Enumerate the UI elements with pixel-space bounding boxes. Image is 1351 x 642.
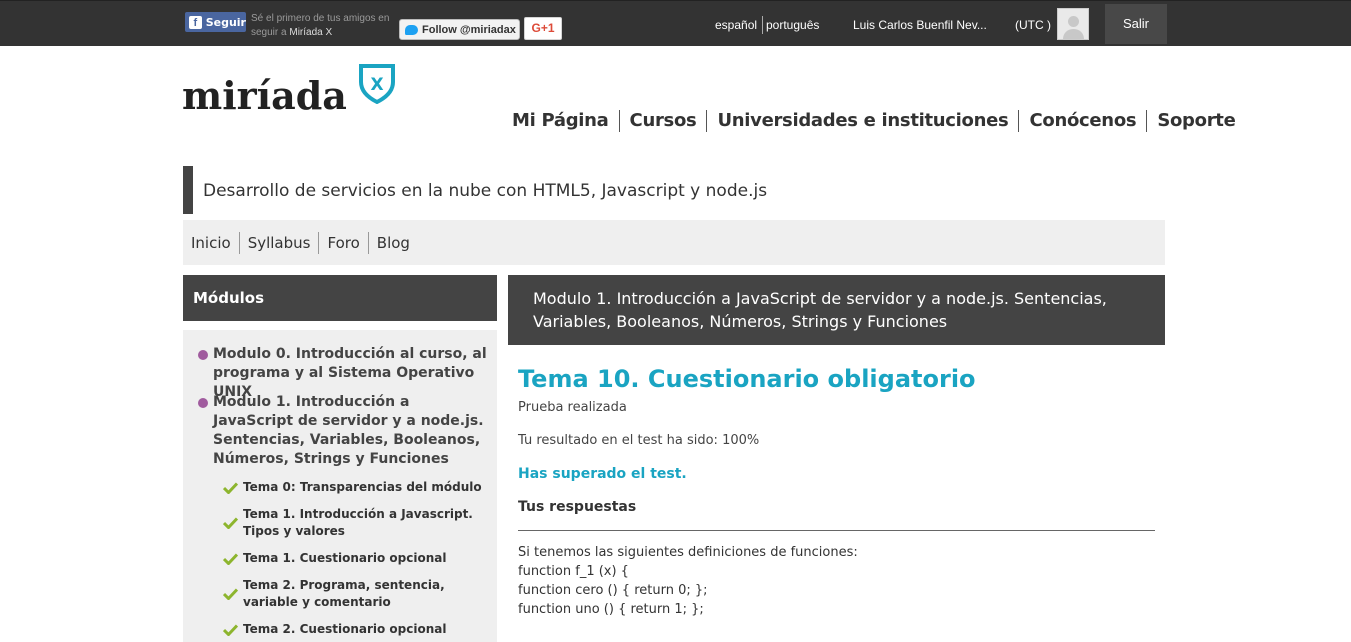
topic-label: Tema 2. Cuestionario opcional bbox=[243, 622, 447, 636]
facebook-social-note: Sé el primero de tus amigos en seguir a … bbox=[251, 12, 396, 40]
code-line: function f_1 (x) { bbox=[518, 564, 629, 579]
checkmark-icon bbox=[223, 482, 238, 494]
checkmark-icon bbox=[223, 517, 238, 529]
question-text: Si tenemos las siguientes definiciones d… bbox=[518, 543, 858, 619]
facebook-follow-button[interactable]: f Seguir bbox=[185, 12, 246, 32]
topic-item[interactable]: Tema 0: Transparencias del módulo bbox=[223, 479, 485, 496]
modules-sidebar: Modulo 0. Introducción al curso, al prog… bbox=[183, 330, 497, 642]
tab-inicio[interactable]: Inicio bbox=[183, 231, 239, 255]
tab-foro[interactable]: Foro bbox=[319, 231, 367, 255]
nav-conocenos[interactable]: Conócenos bbox=[1019, 109, 1146, 133]
module-label: Modulo 1. Introducción a JavaScript de s… bbox=[213, 394, 484, 467]
topic-label: Tema 1. Cuestionario opcional bbox=[243, 551, 447, 565]
topic-item[interactable]: Tema 1. Introducción a Javascript. Tipos… bbox=[223, 506, 485, 540]
google-plus-button[interactable]: G+1 bbox=[524, 17, 562, 40]
topic-item[interactable]: Tema 2. Programa, sentencia, variable y … bbox=[223, 577, 485, 611]
tab-syllabus[interactable]: Syllabus bbox=[240, 231, 319, 255]
bullet-icon bbox=[198, 350, 208, 360]
topic-item[interactable]: Tema 2. Cuestionario opcional bbox=[223, 621, 485, 638]
nav-cursos[interactable]: Cursos bbox=[620, 109, 707, 133]
nav-mi-pagina[interactable]: Mi Página bbox=[502, 109, 619, 133]
topic-label: Tema 0: Transparencias del módulo bbox=[243, 480, 482, 494]
modules-heading: Módulos bbox=[183, 275, 497, 321]
quiz-result: Tu resultado en el test ha sido: 100% bbox=[518, 433, 760, 448]
topic-label: Tema 1. Introducción a Javascript. Tipos… bbox=[243, 507, 473, 538]
bullet-icon bbox=[198, 398, 208, 408]
topic-label: Tema 2. Programa, sentencia, variable y … bbox=[243, 578, 445, 609]
nav-universidades[interactable]: Universidades e instituciones bbox=[707, 109, 1018, 133]
facebook-follow-label: Seguir bbox=[205, 15, 246, 29]
course-title: Desarrollo de servicios en la nube con H… bbox=[183, 166, 1165, 214]
avatar-head-shape bbox=[1068, 16, 1079, 27]
nav-soporte[interactable]: Soporte bbox=[1147, 109, 1245, 133]
logo-shield-icon: X bbox=[359, 64, 395, 104]
facebook-note-brand[interactable]: Miríada X bbox=[289, 27, 332, 38]
tab-blog[interactable]: Blog bbox=[369, 231, 418, 255]
facebook-icon: f bbox=[189, 15, 202, 29]
answers-heading: Tus respuestas bbox=[518, 499, 637, 515]
main-navigation: Mi Página Cursos Universidades e institu… bbox=[502, 108, 1245, 134]
quiz-pass-message: Has superado el test. bbox=[518, 466, 687, 482]
checkmark-icon bbox=[223, 624, 238, 636]
code-line: function cero () { return 0; }; bbox=[518, 583, 708, 598]
logout-button[interactable]: Salir bbox=[1105, 4, 1167, 44]
course-navigation: Inicio Syllabus Foro Blog bbox=[183, 220, 1165, 265]
language-portuguese-link[interactable]: português bbox=[766, 18, 819, 32]
twitter-follow-label: Follow @miriadax bbox=[422, 23, 516, 36]
logo-badge-letter: X bbox=[370, 75, 383, 95]
checkmark-icon bbox=[223, 553, 238, 565]
topic-item[interactable]: Tema 1. Cuestionario opcional bbox=[223, 550, 485, 567]
logo-wordmark: miríada bbox=[182, 73, 347, 118]
module-heading: Modulo 1. Introducción a JavaScript de s… bbox=[508, 275, 1165, 345]
topic-title: Tema 10. Cuestionario obligatorio bbox=[518, 365, 976, 393]
language-divider bbox=[762, 16, 763, 34]
question-line: Si tenemos las siguientes definiciones d… bbox=[518, 545, 858, 560]
avatar-body-shape bbox=[1063, 29, 1084, 39]
twitter-bird-icon bbox=[405, 24, 418, 35]
user-avatar[interactable] bbox=[1057, 8, 1089, 40]
twitter-follow-button[interactable]: Follow @miriadax bbox=[399, 19, 520, 40]
code-line: function uno () { return 1; }; bbox=[518, 602, 704, 617]
user-name-link[interactable]: Luis Carlos Buenfil Nev... bbox=[853, 18, 987, 32]
checkmark-icon bbox=[223, 588, 238, 600]
language-spanish-link[interactable]: español bbox=[715, 18, 757, 32]
top-bar: f Seguir Sé el primero de tus amigos en … bbox=[0, 0, 1351, 46]
module-item[interactable]: Modulo 1. Introducción a JavaScript de s… bbox=[198, 393, 493, 469]
answers-divider bbox=[518, 530, 1155, 531]
timezone-label: (UTC ) bbox=[1015, 18, 1051, 32]
quiz-status: Prueba realizada bbox=[518, 400, 627, 415]
